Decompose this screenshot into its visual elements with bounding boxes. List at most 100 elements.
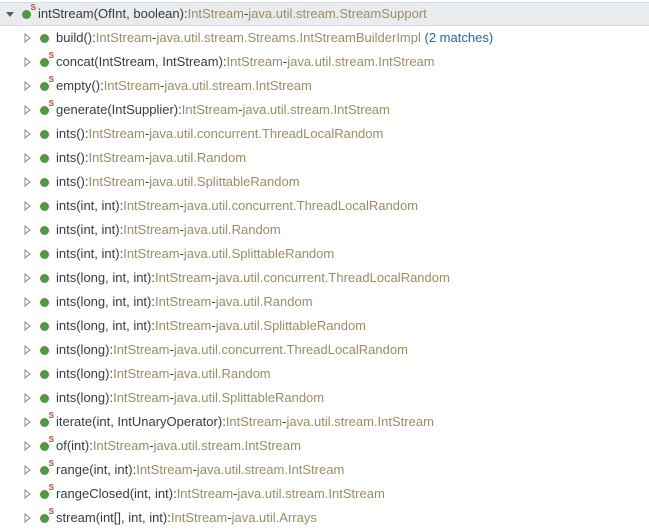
method-signature: rangeClosed(int, int) bbox=[56, 482, 173, 506]
tree-item[interactable]: ints() : IntStream - java.util.Random bbox=[0, 146, 649, 170]
method-signature: ints(long) bbox=[56, 386, 109, 410]
method-icon bbox=[36, 150, 52, 166]
tree-item[interactable]: ints(int, int) : IntStream - java.util.S… bbox=[0, 242, 649, 266]
expand-arrow-icon[interactable] bbox=[22, 416, 34, 428]
expand-arrow-icon[interactable] bbox=[22, 224, 34, 236]
expand-arrow-icon[interactable] bbox=[22, 488, 34, 500]
expand-arrow-icon[interactable] bbox=[22, 440, 34, 452]
method-icon: S bbox=[36, 438, 52, 454]
package-name: java.util.stream.Streams.IntStreamBuilde… bbox=[156, 26, 420, 50]
package-name: java.util.concurrent.ThreadLocalRandom bbox=[184, 194, 418, 218]
tree-item[interactable]: ints(long, int, int) : IntStream - java.… bbox=[0, 266, 649, 290]
method-signature: generate(IntSupplier) bbox=[56, 98, 178, 122]
expand-arrow-icon[interactable] bbox=[22, 464, 34, 476]
package-name: java.util.SplittableRandom bbox=[174, 386, 324, 410]
method-signature: range(int, int) bbox=[56, 458, 133, 482]
package-name: java.util.stream.StreamSupport bbox=[248, 2, 426, 26]
tree-item[interactable]: ints(long) : IntStream - java.util.Rando… bbox=[0, 362, 649, 386]
tree-item[interactable]: Sgenerate(IntSupplier) : IntStream - jav… bbox=[0, 98, 649, 122]
method-icon bbox=[36, 30, 52, 46]
expand-arrow-icon[interactable] bbox=[22, 296, 34, 308]
return-type: IntStream bbox=[104, 74, 160, 98]
expand-arrow-icon[interactable] bbox=[22, 128, 34, 140]
expand-arrow-icon[interactable] bbox=[22, 344, 34, 356]
package-name: java.util.stream.IntStream bbox=[164, 74, 311, 98]
package-name: java.util.concurrent.ThreadLocalRandom bbox=[149, 122, 383, 146]
method-signature: iterate(int, IntUnaryOperator) bbox=[56, 410, 222, 434]
method-icon: S bbox=[36, 414, 52, 430]
method-signature: ints(long, int, int) bbox=[56, 314, 151, 338]
tree-item[interactable]: Sconcat(IntStream, IntStream) : IntStrea… bbox=[0, 50, 649, 74]
expand-arrow-icon[interactable] bbox=[22, 104, 34, 116]
tree-item[interactable]: Siterate(int, IntUnaryOperator) : IntStr… bbox=[0, 410, 649, 434]
tree-item[interactable]: ints(long, int, int) : IntStream - java.… bbox=[0, 290, 649, 314]
package-name: java.util.stream.IntStream bbox=[287, 410, 434, 434]
tree-item[interactable]: Sstream(int[], int, int) : IntStream - j… bbox=[0, 506, 649, 530]
package-name: java.util.stream.IntStream bbox=[237, 482, 384, 506]
return-type: IntStream bbox=[155, 314, 211, 338]
package-name: java.util.SplittableRandom bbox=[184, 242, 334, 266]
method-icon bbox=[36, 318, 52, 334]
method-signature: ints() bbox=[56, 146, 85, 170]
method-signature: ints(long, int, int) bbox=[56, 290, 151, 314]
expand-arrow-icon[interactable] bbox=[22, 368, 34, 380]
method-signature: ints(long) bbox=[56, 338, 109, 362]
method-signature: ints(long) bbox=[56, 362, 109, 386]
expand-arrow-icon[interactable] bbox=[22, 56, 34, 68]
method-signature: ints() bbox=[56, 170, 85, 194]
return-type: IntStream bbox=[89, 170, 145, 194]
tree-item[interactable]: ints(long) : IntStream - java.util.Split… bbox=[0, 386, 649, 410]
method-icon bbox=[36, 270, 52, 286]
method-icon: S bbox=[36, 54, 52, 70]
return-type: IntStream bbox=[93, 434, 149, 458]
expand-arrow-icon[interactable] bbox=[22, 176, 34, 188]
expand-arrow-icon[interactable] bbox=[22, 320, 34, 332]
method-signature: intStream(OfInt, boolean) bbox=[38, 2, 184, 26]
tree-item[interactable]: ints(int, int) : IntStream - java.util.R… bbox=[0, 218, 649, 242]
tree-item[interactable]: Srange(int, int) : IntStream - java.util… bbox=[0, 458, 649, 482]
method-signature: ints(int, int) bbox=[56, 242, 120, 266]
expand-arrow-icon[interactable] bbox=[22, 32, 34, 44]
package-name: java.util.Random bbox=[149, 146, 246, 170]
method-icon: S bbox=[36, 462, 52, 478]
method-signature: ints(long, int, int) bbox=[56, 266, 151, 290]
return-type: IntStream bbox=[113, 362, 169, 386]
expand-arrow-icon[interactable] bbox=[22, 512, 34, 524]
return-type: IntStream bbox=[182, 98, 238, 122]
tree-item[interactable]: ints(int, int) : IntStream - java.util.c… bbox=[0, 194, 649, 218]
tree-item[interactable]: Sempty() : IntStream - java.util.stream.… bbox=[0, 74, 649, 98]
method-icon bbox=[36, 174, 52, 190]
expand-arrow-icon[interactable] bbox=[22, 272, 34, 284]
expand-arrow-icon[interactable] bbox=[22, 248, 34, 260]
collapse-arrow-icon[interactable] bbox=[4, 8, 16, 20]
return-type: IntStream bbox=[226, 410, 282, 434]
tree-item[interactable]: ints(long) : IntStream - java.util.concu… bbox=[0, 338, 649, 362]
tree-item[interactable]: ints() : IntStream - java.util.concurren… bbox=[0, 122, 649, 146]
return-type: IntStream bbox=[171, 506, 227, 530]
expand-arrow-icon[interactable] bbox=[22, 200, 34, 212]
package-name: java.util.Random bbox=[174, 362, 271, 386]
package-name: java.util.stream.IntStream bbox=[197, 458, 344, 482]
method-icon: S bbox=[18, 6, 34, 22]
method-signature: ints(int, int) bbox=[56, 218, 120, 242]
method-signature: concat(IntStream, IntStream) bbox=[56, 50, 223, 74]
tree-item[interactable]: ints(long, int, int) : IntStream - java.… bbox=[0, 314, 649, 338]
tree-item[interactable]: ints() : IntStream - java.util.Splittabl… bbox=[0, 170, 649, 194]
tree-item[interactable]: build() : IntStream - java.util.stream.S… bbox=[0, 26, 649, 50]
return-type: IntStream bbox=[188, 2, 244, 26]
tree-header-row[interactable]: SintStream(OfInt, boolean) : IntStream -… bbox=[0, 2, 649, 26]
method-signature: ints() bbox=[56, 122, 85, 146]
return-type: IntStream bbox=[123, 218, 179, 242]
package-name: java.util.Arrays bbox=[232, 506, 317, 530]
return-type: IntStream bbox=[155, 290, 211, 314]
method-icon: S bbox=[36, 102, 52, 118]
method-icon: S bbox=[36, 510, 52, 526]
expand-arrow-icon[interactable] bbox=[22, 392, 34, 404]
package-name: java.util.concurrent.ThreadLocalRandom bbox=[216, 266, 450, 290]
return-type: IntStream bbox=[89, 122, 145, 146]
expand-arrow-icon[interactable] bbox=[22, 152, 34, 164]
tree-item[interactable]: Sof(int) : IntStream - java.util.stream.… bbox=[0, 434, 649, 458]
return-type: IntStream bbox=[123, 194, 179, 218]
expand-arrow-icon[interactable] bbox=[22, 80, 34, 92]
tree-item[interactable]: SrangeClosed(int, int) : IntStream - jav… bbox=[0, 482, 649, 506]
